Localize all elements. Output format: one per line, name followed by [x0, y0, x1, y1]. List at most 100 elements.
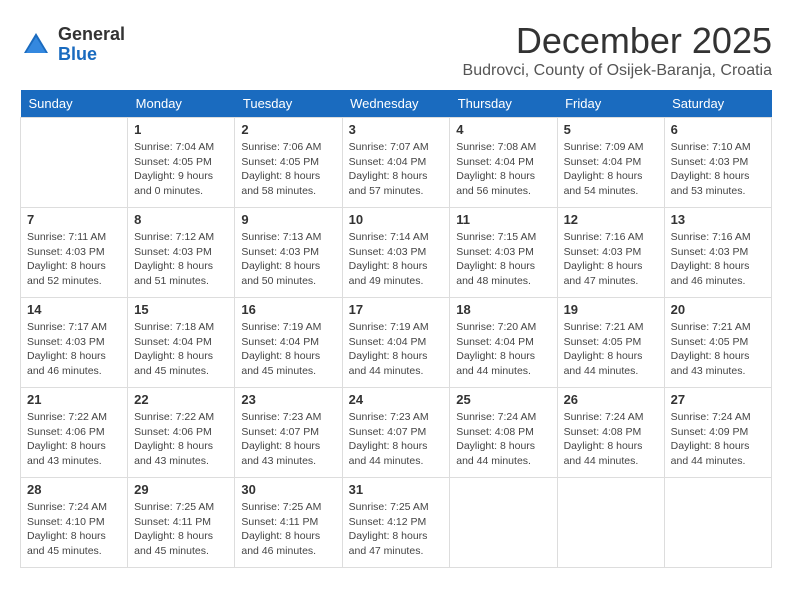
day-cell: 28 Sunrise: 7:24 AMSunset: 4:10 PMDayligh…	[21, 478, 128, 568]
day-cell: 6 Sunrise: 7:10 AMSunset: 4:03 PMDaylight…	[664, 118, 771, 208]
week-row-5: 28 Sunrise: 7:24 AMSunset: 4:10 PMDayligh…	[21, 478, 772, 568]
logo-general-text: General	[58, 25, 125, 45]
day-info: Sunrise: 7:11 AMSunset: 4:03 PMDaylight:…	[27, 230, 121, 289]
day-number: 24	[349, 392, 444, 407]
day-number: 11	[456, 212, 550, 227]
logo-blue-text: Blue	[58, 45, 125, 65]
day-info: Sunrise: 7:07 AMSunset: 4:04 PMDaylight:…	[349, 140, 444, 199]
logo: General Blue	[20, 25, 125, 65]
day-info: Sunrise: 7:25 AMSunset: 4:11 PMDaylight:…	[241, 500, 335, 559]
header-row: Sunday Monday Tuesday Wednesday Thursday…	[21, 90, 772, 118]
day-number: 1	[134, 122, 228, 137]
day-info: Sunrise: 7:10 AMSunset: 4:03 PMDaylight:…	[671, 140, 765, 199]
day-info: Sunrise: 7:18 AMSunset: 4:04 PMDaylight:…	[134, 320, 228, 379]
day-number: 15	[134, 302, 228, 317]
col-wednesday: Wednesday	[342, 90, 450, 118]
day-number: 7	[27, 212, 121, 227]
day-info: Sunrise: 7:09 AMSunset: 4:04 PMDaylight:…	[564, 140, 658, 199]
day-number: 31	[349, 482, 444, 497]
day-number: 29	[134, 482, 228, 497]
day-cell: 11 Sunrise: 7:15 AMSunset: 4:03 PMDayligh…	[450, 208, 557, 298]
day-number: 23	[241, 392, 335, 407]
day-number: 3	[349, 122, 444, 137]
day-number: 25	[456, 392, 550, 407]
logo-text: General Blue	[58, 25, 125, 65]
day-number: 17	[349, 302, 444, 317]
day-cell: 3 Sunrise: 7:07 AMSunset: 4:04 PMDaylight…	[342, 118, 450, 208]
week-row-4: 21Sunrise: 7:22 AMSunset: 4:06 PMDayligh…	[21, 388, 772, 478]
day-number: 13	[671, 212, 765, 227]
day-cell: 18Sunrise: 7:20 AMSunset: 4:04 PMDayligh…	[450, 298, 557, 388]
day-cell: 15 Sunrise: 7:18 AMSunset: 4:04 PMDayligh…	[128, 298, 235, 388]
day-info: Sunrise: 7:23 AMSunset: 4:07 PMDaylight:…	[349, 410, 444, 469]
day-number: 10	[349, 212, 444, 227]
day-info: Sunrise: 7:22 AMSunset: 4:06 PMDaylight:…	[134, 410, 228, 469]
day-cell: 5 Sunrise: 7:09 AMSunset: 4:04 PMDaylight…	[557, 118, 664, 208]
col-saturday: Saturday	[664, 90, 771, 118]
day-number: 30	[241, 482, 335, 497]
day-cell: 21Sunrise: 7:22 AMSunset: 4:06 PMDayligh…	[21, 388, 128, 478]
day-info: Sunrise: 7:12 AMSunset: 4:03 PMDaylight:…	[134, 230, 228, 289]
day-number: 12	[564, 212, 658, 227]
day-cell	[664, 478, 771, 568]
title-section: December 2025 Budrovci, County of Osijek…	[463, 20, 772, 80]
day-info: Sunrise: 7:15 AMSunset: 4:03 PMDaylight:…	[456, 230, 550, 289]
day-info: Sunrise: 7:23 AMSunset: 4:07 PMDaylight:…	[241, 410, 335, 469]
day-cell: 22 Sunrise: 7:22 AMSunset: 4:06 PMDayligh…	[128, 388, 235, 478]
week-row-3: 14 Sunrise: 7:17 AMSunset: 4:03 PMDayligh…	[21, 298, 772, 388]
day-cell: 4 Sunrise: 7:08 AMSunset: 4:04 PMDaylight…	[450, 118, 557, 208]
day-cell: 19 Sunrise: 7:21 AMSunset: 4:05 PMDayligh…	[557, 298, 664, 388]
day-info: Sunrise: 7:21 AMSunset: 4:05 PMDaylight:…	[564, 320, 658, 379]
calendar-table: Sunday Monday Tuesday Wednesday Thursday…	[20, 90, 772, 568]
day-cell: 1 Sunrise: 7:04 AMSunset: 4:05 PMDaylight…	[128, 118, 235, 208]
day-info: Sunrise: 7:25 AMSunset: 4:11 PMDaylight:…	[134, 500, 228, 559]
day-number: 18	[456, 302, 550, 317]
day-info: Sunrise: 7:24 AMSunset: 4:10 PMDaylight:…	[27, 500, 121, 559]
day-cell: 13 Sunrise: 7:16 AMSunset: 4:03 PMDayligh…	[664, 208, 771, 298]
day-cell: 7 Sunrise: 7:11 AMSunset: 4:03 PMDaylight…	[21, 208, 128, 298]
day-number: 5	[564, 122, 658, 137]
day-number: 19	[564, 302, 658, 317]
day-number: 22	[134, 392, 228, 407]
day-info: Sunrise: 7:19 AMSunset: 4:04 PMDaylight:…	[241, 320, 335, 379]
day-info: Sunrise: 7:17 AMSunset: 4:03 PMDaylight:…	[27, 320, 121, 379]
day-cell: 20 Sunrise: 7:21 AMSunset: 4:05 PMDayligh…	[664, 298, 771, 388]
day-cell: 23 Sunrise: 7:23 AMSunset: 4:07 PMDayligh…	[235, 388, 342, 478]
day-info: Sunrise: 7:04 AMSunset: 4:05 PMDaylight:…	[134, 140, 228, 199]
day-cell: 9Sunrise: 7:13 AMSunset: 4:03 PMDaylight…	[235, 208, 342, 298]
day-number: 2	[241, 122, 335, 137]
logo-icon	[20, 29, 52, 61]
day-info: Sunrise: 7:25 AMSunset: 4:12 PMDaylight:…	[349, 500, 444, 559]
month-title: December 2025	[463, 20, 772, 62]
day-cell: 12Sunrise: 7:16 AMSunset: 4:03 PMDayligh…	[557, 208, 664, 298]
day-number: 6	[671, 122, 765, 137]
day-cell: 2 Sunrise: 7:06 AMSunset: 4:05 PMDaylight…	[235, 118, 342, 208]
col-sunday: Sunday	[21, 90, 128, 118]
day-info: Sunrise: 7:06 AMSunset: 4:05 PMDaylight:…	[241, 140, 335, 199]
day-number: 16	[241, 302, 335, 317]
day-number: 20	[671, 302, 765, 317]
day-number: 4	[456, 122, 550, 137]
day-number: 28	[27, 482, 121, 497]
week-row-2: 7 Sunrise: 7:11 AMSunset: 4:03 PMDaylight…	[21, 208, 772, 298]
day-info: Sunrise: 7:08 AMSunset: 4:04 PMDaylight:…	[456, 140, 550, 199]
day-info: Sunrise: 7:16 AMSunset: 4:03 PMDaylight:…	[671, 230, 765, 289]
day-info: Sunrise: 7:24 AMSunset: 4:08 PMDaylight:…	[456, 410, 550, 469]
day-info: Sunrise: 7:19 AMSunset: 4:04 PMDaylight:…	[349, 320, 444, 379]
day-cell	[557, 478, 664, 568]
day-info: Sunrise: 7:24 AMSunset: 4:09 PMDaylight:…	[671, 410, 765, 469]
col-thursday: Thursday	[450, 90, 557, 118]
day-cell	[450, 478, 557, 568]
day-cell: 29 Sunrise: 7:25 AMSunset: 4:11 PMDayligh…	[128, 478, 235, 568]
day-info: Sunrise: 7:13 AMSunset: 4:03 PMDaylight:…	[241, 230, 335, 289]
day-number: 14	[27, 302, 121, 317]
day-cell: 10Sunrise: 7:14 AMSunset: 4:03 PMDayligh…	[342, 208, 450, 298]
day-cell: 26Sunrise: 7:24 AMSunset: 4:08 PMDayligh…	[557, 388, 664, 478]
col-tuesday: Tuesday	[235, 90, 342, 118]
day-info: Sunrise: 7:21 AMSunset: 4:05 PMDaylight:…	[671, 320, 765, 379]
location-title: Budrovci, County of Osijek-Baranja, Croa…	[463, 62, 772, 80]
page-container: General Blue December 2025 Budrovci, Cou…	[20, 20, 772, 568]
col-monday: Monday	[128, 90, 235, 118]
header: General Blue December 2025 Budrovci, Cou…	[20, 20, 772, 80]
day-cell: 16 Sunrise: 7:19 AMSunset: 4:04 PMDayligh…	[235, 298, 342, 388]
